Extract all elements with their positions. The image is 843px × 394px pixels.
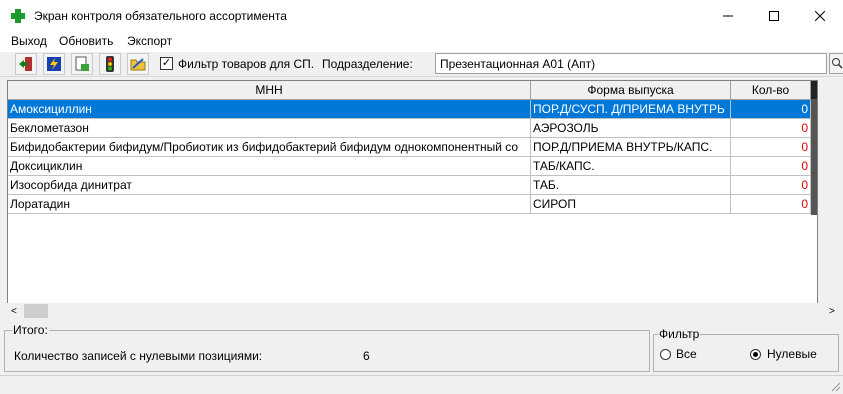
- cell-form: ТАБ/КАПС.: [531, 157, 731, 176]
- cell-qty: 0: [731, 100, 811, 119]
- department-field[interactable]: Презентационная А01 (Апт): [435, 53, 827, 74]
- filter-all-label[interactable]: Все: [676, 347, 697, 361]
- summary-group: Итого: Количество записей с нулевыми поз…: [4, 323, 650, 372]
- menu-refresh[interactable]: Обновить: [59, 34, 113, 48]
- window-title: Экран контроля обязательного ассортимент…: [34, 9, 287, 23]
- cell-form: СИРОП: [531, 195, 731, 214]
- department-label: Подразделение:: [322, 57, 413, 71]
- green-cross-icon: [11, 9, 25, 23]
- status-bar: [0, 375, 843, 394]
- header-qty[interactable]: Кол-во: [731, 81, 811, 99]
- filter-all-radio[interactable]: [660, 349, 671, 360]
- horizontal-scrollbar[interactable]: < >: [7, 303, 843, 320]
- cell-qty: 0: [731, 138, 811, 157]
- table-row[interactable]: Амоксициллин ПОР.Д/СУСП. Д/ПРИЕМА ВНУТРЬ…: [8, 100, 811, 119]
- traffic-light-icon: [106, 56, 114, 72]
- minimize-button[interactable]: [705, 0, 751, 32]
- table-row[interactable]: Беклометазон АЭРОЗОЛЬ 0: [8, 119, 811, 138]
- menu-exit[interactable]: Выход: [11, 34, 47, 48]
- resize-grip-icon[interactable]: [829, 380, 841, 392]
- cell-form: ПОР.Д/ПРИЕМА ВНУТРЬ/КАПС.: [531, 138, 731, 157]
- search-icon: [832, 58, 843, 69]
- filter-checkbox[interactable]: ✓: [160, 57, 173, 70]
- table-row[interactable]: Лоратадин СИРОП 0: [8, 195, 811, 214]
- scroll-thumb[interactable]: [24, 304, 48, 318]
- minimize-icon: [723, 15, 733, 17]
- cell-mnn: Беклометазон: [8, 119, 531, 138]
- cell-form: ТАБ.: [531, 176, 731, 195]
- cell-mnn: Бифидобактерии бифидум/Пробиотик из бифи…: [8, 138, 531, 157]
- toolbar: ✓ Фильтр товаров для СП. Подразделение: …: [0, 52, 843, 77]
- filter-zero-radio[interactable]: [750, 349, 761, 360]
- cell-mnn: Лоратадин: [8, 195, 531, 214]
- grid-header: МНН Форма выпуска Кол-во: [8, 81, 817, 100]
- filter-checkbox-label: Фильтр товаров для СП.: [178, 57, 315, 71]
- flash-icon: [47, 57, 61, 71]
- table-row[interactable]: Бифидобактерии бифидум/Пробиотик из бифи…: [8, 138, 811, 157]
- flash-toolbar-button[interactable]: [43, 53, 65, 75]
- cell-qty: 0: [731, 119, 811, 138]
- grid-right-edge: [811, 99, 817, 215]
- cell-mnn: Доксициклин: [8, 157, 531, 176]
- header-mnn[interactable]: МНН: [8, 81, 531, 99]
- filter-zero-label[interactable]: Нулевые: [767, 347, 817, 361]
- close-icon: [815, 11, 825, 21]
- filter-group: Фильтр Все Нулевые: [653, 327, 839, 372]
- cell-mnn: Изосорбида динитрат: [8, 176, 531, 195]
- scroll-left-icon[interactable]: <: [11, 306, 17, 317]
- folder-toolbar-button[interactable]: [127, 53, 149, 75]
- zero-records-value: 6: [363, 349, 370, 363]
- cell-mnn: Амоксициллин: [8, 100, 531, 119]
- scroll-right-icon[interactable]: >: [829, 306, 835, 317]
- traffic-light-toolbar-button[interactable]: [99, 53, 121, 75]
- folder-icon: [130, 58, 146, 71]
- grid-header-edge: [811, 81, 817, 99]
- cell-qty: 0: [731, 195, 811, 214]
- title-bar: Экран контроля обязательного ассортимент…: [0, 0, 843, 32]
- maximize-button[interactable]: [751, 0, 797, 32]
- zero-records-label: Количество записей с нулевыми позициями:: [14, 349, 263, 363]
- menu-export[interactable]: Экспорт: [127, 34, 172, 48]
- cell-form: АЭРОЗОЛЬ: [531, 119, 731, 138]
- cell-qty: 0: [731, 176, 811, 195]
- table-row[interactable]: Доксициклин ТАБ/КАПС. 0: [8, 157, 811, 176]
- summary-title: Итого:: [12, 323, 49, 337]
- table-row[interactable]: Изосорбида динитрат ТАБ. 0: [8, 176, 811, 195]
- header-form[interactable]: Форма выпуска: [531, 81, 731, 99]
- document-icon: [75, 56, 89, 71]
- menu-bar: Выход Обновить Экспорт: [0, 32, 843, 52]
- document-toolbar-button[interactable]: [71, 53, 93, 75]
- assortment-grid[interactable]: МНН Форма выпуска Кол-во Амоксициллин ПО…: [7, 80, 818, 320]
- department-search-button[interactable]: [829, 53, 843, 74]
- maximize-icon: [769, 11, 779, 21]
- filter-title: Фильтр: [658, 327, 701, 341]
- cell-qty: 0: [731, 157, 811, 176]
- cell-form: ПОР.Д/СУСП. Д/ПРИЕМА ВНУТРЬ: [531, 100, 731, 119]
- close-button[interactable]: [797, 0, 843, 32]
- exit-toolbar-button[interactable]: [15, 53, 37, 75]
- exit-door-icon: [19, 57, 32, 71]
